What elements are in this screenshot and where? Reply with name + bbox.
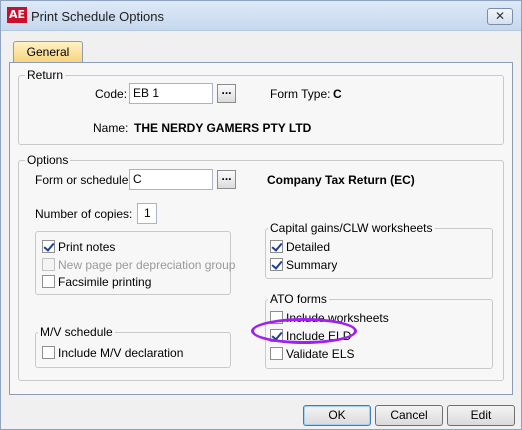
- capital-gains-legend: Capital gains/CLW worksheets: [268, 221, 435, 235]
- form-description: Company Tax Return (EC): [267, 173, 415, 187]
- form-or-schedule-label: Form or schedule:: [35, 173, 132, 187]
- code-browse-button[interactable]: ...: [217, 84, 236, 103]
- validate-els-check-icon[interactable]: [270, 347, 283, 361]
- print-notes-check-icon[interactable]: [42, 240, 55, 254]
- validate-els-label: Validate ELS: [286, 346, 355, 361]
- ok-button[interactable]: OK: [303, 405, 371, 426]
- code-label: Code:: [95, 87, 128, 101]
- include-mv-declaration-checkbox[interactable]: Include M/V declaration: [42, 345, 183, 361]
- form-or-schedule-input[interactable]: C: [129, 169, 213, 190]
- name-label: Name:: [93, 121, 129, 135]
- print-schedule-options-dialog: AE Print Schedule Options ✕ General Retu…: [0, 0, 522, 430]
- summary-check-icon[interactable]: [270, 258, 283, 272]
- code-input[interactable]: EB 1: [129, 83, 213, 104]
- detailed-label: Detailed: [286, 239, 331, 254]
- mv-declaration-label: Include M/V declaration: [58, 345, 184, 360]
- window-title: Print Schedule Options: [31, 9, 164, 24]
- facsimile-printing-checkbox[interactable]: Facsimile printing: [42, 274, 151, 290]
- mv-declaration-check-icon[interactable]: [42, 346, 55, 360]
- annotation-highlight-ellipse: [251, 318, 357, 344]
- form-type-label: Form Type:: [270, 87, 331, 101]
- form-type-value: C: [333, 87, 342, 101]
- print-notes-label: Print notes: [58, 239, 116, 254]
- print-options-box: Print notes New page per depreciation gr…: [35, 231, 235, 295]
- edit-button[interactable]: Edit: [447, 405, 515, 426]
- close-button[interactable]: ✕: [487, 8, 513, 25]
- name-value: THE NERDY GAMERS PTY LTD: [134, 121, 312, 135]
- summary-checkbox[interactable]: Summary: [270, 257, 337, 273]
- return-group: Return Code: EB 1 ... Form Type: C Name:…: [18, 68, 504, 145]
- summary-label: Summary: [286, 257, 338, 272]
- general-tab-panel: Return Code: EB 1 ... Form Type: C Name:…: [9, 62, 513, 395]
- validate-els-checkbox[interactable]: Validate ELS: [270, 346, 355, 362]
- facsimile-check-icon[interactable]: [42, 275, 55, 289]
- ato-forms-legend: ATO forms: [268, 292, 329, 306]
- app-logo-icon: AE: [7, 7, 27, 23]
- mv-schedule-group: M/V schedule Include M/V declaration: [35, 325, 231, 368]
- detailed-checkbox[interactable]: Detailed: [270, 239, 330, 255]
- facsimile-label: Facsimile printing: [58, 274, 152, 289]
- mv-schedule-legend: M/V schedule: [38, 325, 115, 339]
- title-bar[interactable]: AE Print Schedule Options ✕: [1, 1, 521, 31]
- tab-general[interactable]: General: [13, 41, 83, 63]
- options-group: Options Form or schedule: C ... Company …: [18, 153, 504, 381]
- options-group-legend: Options: [25, 153, 71, 167]
- new-page-label: New page per depreciation group: [58, 257, 236, 272]
- new-page-check-icon[interactable]: [42, 258, 55, 272]
- number-of-copies-input[interactable]: 1: [137, 203, 157, 224]
- detailed-check-icon[interactable]: [270, 240, 283, 254]
- cancel-button[interactable]: Cancel: [375, 405, 443, 426]
- return-group-legend: Return: [25, 68, 66, 82]
- capital-gains-group: Capital gains/CLW worksheets Detailed Su…: [265, 221, 493, 279]
- number-of-copies-label: Number of copies:: [35, 207, 133, 221]
- print-notes-checkbox[interactable]: Print notes: [42, 239, 115, 255]
- form-browse-button[interactable]: ...: [217, 170, 236, 189]
- new-page-per-depreciation-group-checkbox[interactable]: New page per depreciation group: [42, 257, 235, 273]
